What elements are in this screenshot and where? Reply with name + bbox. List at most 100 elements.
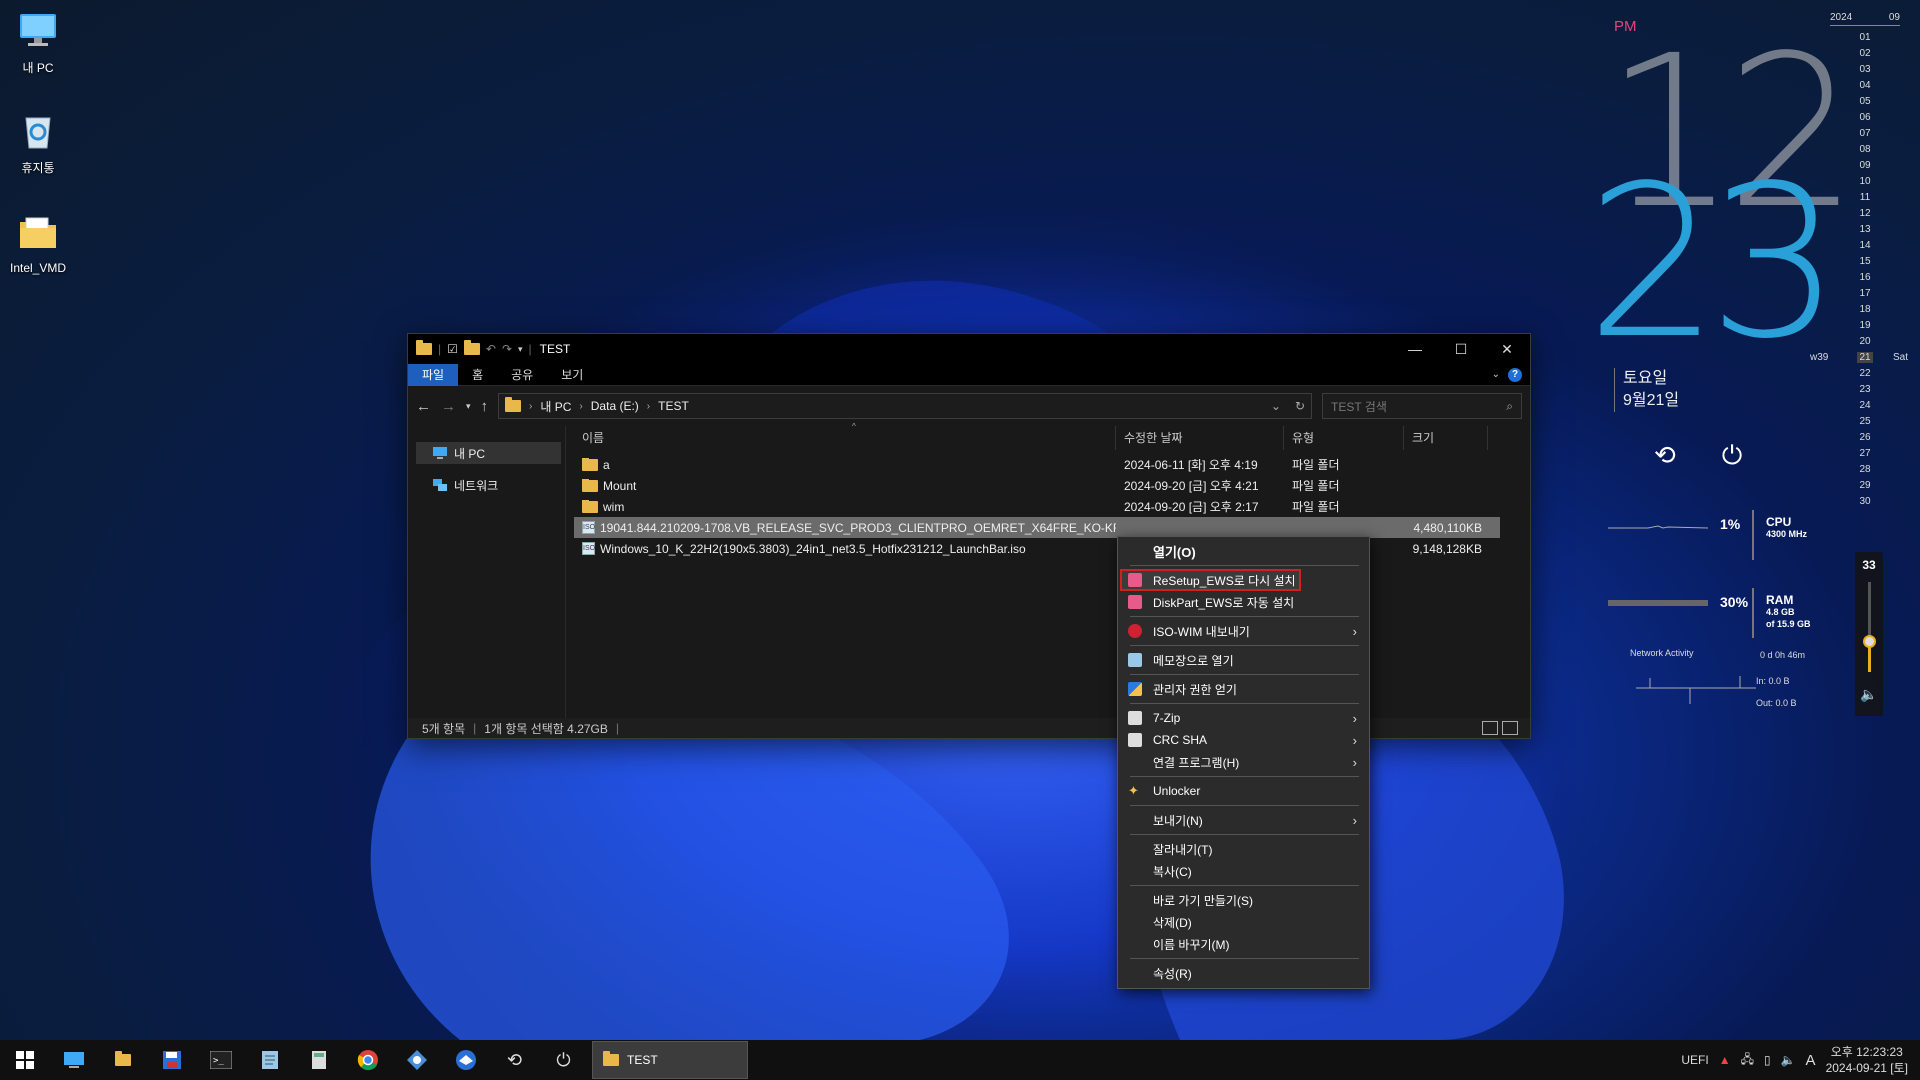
ribbon-tabs: 파일 홈 공유 보기 ⌄ ? xyxy=(408,363,1530,386)
menu-item-diskpart-ews[interactable]: DiskPart_EWS로 자동 설치 xyxy=(1120,591,1367,613)
usb-icon[interactable]: ▯ xyxy=(1764,1053,1771,1067)
nav-item-this-pc[interactable]: 내 PC xyxy=(416,442,561,464)
file-name-text: Mount xyxy=(603,478,637,493)
desktop-icon-intel-vmd[interactable]: Intel_VMD xyxy=(0,210,76,275)
back-icon[interactable]: ← xyxy=(416,398,431,415)
menu-item-7zip[interactable]: 7-Zip › xyxy=(1120,707,1367,729)
file-row[interactable]: ISO 19041.844.210209-1708.VB_RELEASE_SVC_… xyxy=(574,517,1500,538)
maximize-button[interactable]: ☐ xyxy=(1438,334,1484,364)
column-name[interactable]: 이름 xyxy=(574,426,1116,450)
menu-item-delete[interactable]: 삭제(D) xyxy=(1120,911,1367,933)
redo-icon[interactable]: ↷ xyxy=(502,342,512,356)
menu-item-open[interactable]: 열기(O) xyxy=(1120,540,1367,562)
forward-icon[interactable]: → xyxy=(441,398,456,415)
column-size[interactable]: 크기 xyxy=(1404,426,1488,450)
calculator-shortcut[interactable] xyxy=(294,1040,343,1080)
menu-item-iso-wim-export[interactable]: ISO-WIM 내보내기 › xyxy=(1120,620,1367,642)
ews-tool-shortcut[interactable] xyxy=(441,1040,490,1080)
taskbar-clock[interactable]: 오후 12:23:23 2024-09-21 [토] xyxy=(1826,1044,1908,1076)
address-bar[interactable]: › 내 PC › Data (E:) › TEST ⌄ ↻ xyxy=(498,393,1312,419)
breadcrumb-data-drive[interactable]: Data (E:) xyxy=(591,399,639,413)
menu-item-unlocker[interactable]: ✦ Unlocker xyxy=(1120,780,1367,802)
calendar-day: 01 xyxy=(1859,32,1871,43)
tab-view[interactable]: 보기 xyxy=(547,364,597,386)
ime-indicator[interactable]: A xyxy=(1806,1052,1816,1069)
undo-icon[interactable]: ↶ xyxy=(486,342,496,356)
menu-item-cut[interactable]: 잘라내기(T) xyxy=(1120,838,1367,860)
menu-item-copy[interactable]: 복사(C) xyxy=(1120,860,1367,882)
breadcrumb-this-pc[interactable]: 내 PC xyxy=(540,398,571,415)
alert-icon[interactable]: ▲ xyxy=(1719,1053,1731,1067)
desktop-icon-label: 내 PC xyxy=(22,61,54,75)
menu-item-open-notepad[interactable]: 메모장으로 열기 xyxy=(1120,649,1367,671)
file-explorer-shortcut[interactable] xyxy=(98,1040,147,1080)
power-icon[interactable]: ⏻ xyxy=(1722,440,1743,472)
volume-slider[interactable] xyxy=(1862,582,1876,672)
file-row[interactable]: wim 2024-09-20 [금] 오후 2:17 파일 폴더 xyxy=(574,496,1500,517)
file-name: ISO 19041.844.210209-1708.VB_RELEASE_SVC_… xyxy=(574,521,1116,535)
desktop-shortcut[interactable] xyxy=(49,1040,98,1080)
notepad-icon xyxy=(1128,653,1142,667)
tab-file[interactable]: 파일 xyxy=(408,363,459,386)
chevron-down-icon[interactable]: ⌄ xyxy=(1271,399,1281,413)
minimize-button[interactable]: — xyxy=(1392,334,1438,364)
power-button[interactable]: ⏻ xyxy=(539,1040,588,1080)
chrome-shortcut[interactable] xyxy=(343,1040,392,1080)
menu-item-send-to[interactable]: 보내기(N) › xyxy=(1120,809,1367,831)
calendar-day: 03 xyxy=(1859,64,1871,75)
file-row[interactable]: Mount 2024-09-20 [금] 오후 4:21 파일 폴더 xyxy=(574,475,1500,496)
nav-item-label: 내 PC xyxy=(454,446,486,461)
volume-tray-icon[interactable]: 🔈 xyxy=(1781,1053,1796,1067)
recent-locations-icon[interactable]: ▾ xyxy=(466,401,471,412)
customize-toolbar-icon[interactable]: ▾ xyxy=(518,344,523,355)
speaker-icon[interactable]: 🔈 xyxy=(1855,686,1883,703)
window-controls: — ☐ ✕ xyxy=(1392,334,1530,364)
tab-home[interactable]: 홈 xyxy=(458,364,497,386)
desktop-icon-recycle-bin[interactable]: 휴지통 xyxy=(0,108,76,176)
system-tray: UEFI ▲ 🖧 ▯ 🔈 A 오후 12:23:23 2024-09-21 [토… xyxy=(1681,1044,1920,1076)
network-tool-shortcut[interactable] xyxy=(392,1040,441,1080)
menu-item-open-with[interactable]: 연결 프로그램(H) › xyxy=(1120,751,1367,773)
terminal-shortcut[interactable]: >_ xyxy=(196,1040,245,1080)
window-title: TEST xyxy=(539,342,571,356)
context-menu: 열기(O) ReSetup_EWS로 다시 설치 DiskPart_EWS로 자… xyxy=(1117,536,1370,989)
taskbar-item-explorer[interactable]: TEST xyxy=(592,1041,748,1079)
menu-item-properties[interactable]: 속성(R) xyxy=(1120,962,1367,984)
file-name: Mount xyxy=(574,478,1116,493)
ram-percent: 30% xyxy=(1720,594,1749,610)
search-input[interactable]: TEST 검색 ⌕ xyxy=(1322,393,1522,419)
close-button[interactable]: ✕ xyxy=(1484,334,1530,364)
network-tray-icon[interactable]: 🖧 xyxy=(1741,1050,1754,1071)
volume-knob[interactable] xyxy=(1862,635,1876,649)
menu-item-crc-sha[interactable]: CRC SHA › xyxy=(1120,729,1367,751)
save-tool-shortcut[interactable] xyxy=(147,1040,196,1080)
help-icon[interactable]: ? xyxy=(1508,367,1522,382)
menu-separator xyxy=(1130,645,1359,646)
file-name-text: wim xyxy=(603,499,625,514)
menu-item-resetup-ews[interactable]: ReSetup_EWS로 다시 설치 xyxy=(1120,569,1301,591)
notepad-shortcut[interactable] xyxy=(245,1040,294,1080)
nav-item-network[interactable]: 네트워크 xyxy=(408,474,565,496)
cpu-freq: 4300 MHz xyxy=(1766,529,1808,539)
up-icon[interactable]: ↑ xyxy=(481,398,489,415)
menu-item-create-shortcut[interactable]: 바로 가기 만들기(S) xyxy=(1120,889,1367,911)
tab-share[interactable]: 공유 xyxy=(497,364,547,386)
details-view-button[interactable] xyxy=(1482,721,1498,735)
ram-label-text: RAM xyxy=(1766,593,1794,607)
file-row[interactable]: a 2024-06-11 [화] 오후 4:19 파일 폴더 xyxy=(574,454,1500,475)
refresh-icon[interactable]: ↻ xyxy=(1295,399,1305,413)
expand-ribbon-icon[interactable]: ⌄ xyxy=(1492,369,1500,380)
restart-icon[interactable]: ⟲ xyxy=(1654,440,1676,472)
start-button[interactable] xyxy=(0,1040,49,1080)
column-date[interactable]: 수정한 날짜 xyxy=(1116,426,1284,450)
column-type[interactable]: 유형 xyxy=(1284,426,1404,450)
large-icons-view-button[interactable] xyxy=(1502,721,1518,735)
new-folder-icon[interactable] xyxy=(463,340,480,355)
breadcrumb-test[interactable]: TEST xyxy=(658,399,689,413)
taskbar-date: 2024-09-21 [토] xyxy=(1825,1061,1908,1075)
restart-button[interactable]: ⟲ xyxy=(490,1040,539,1080)
menu-item-take-ownership[interactable]: 관리자 권한 얻기 xyxy=(1120,678,1367,700)
properties-icon[interactable]: ☑ xyxy=(447,342,458,356)
menu-item-rename[interactable]: 이름 바꾸기(M) xyxy=(1120,933,1367,955)
desktop-icon-this-pc[interactable]: 내 PC xyxy=(0,8,76,76)
